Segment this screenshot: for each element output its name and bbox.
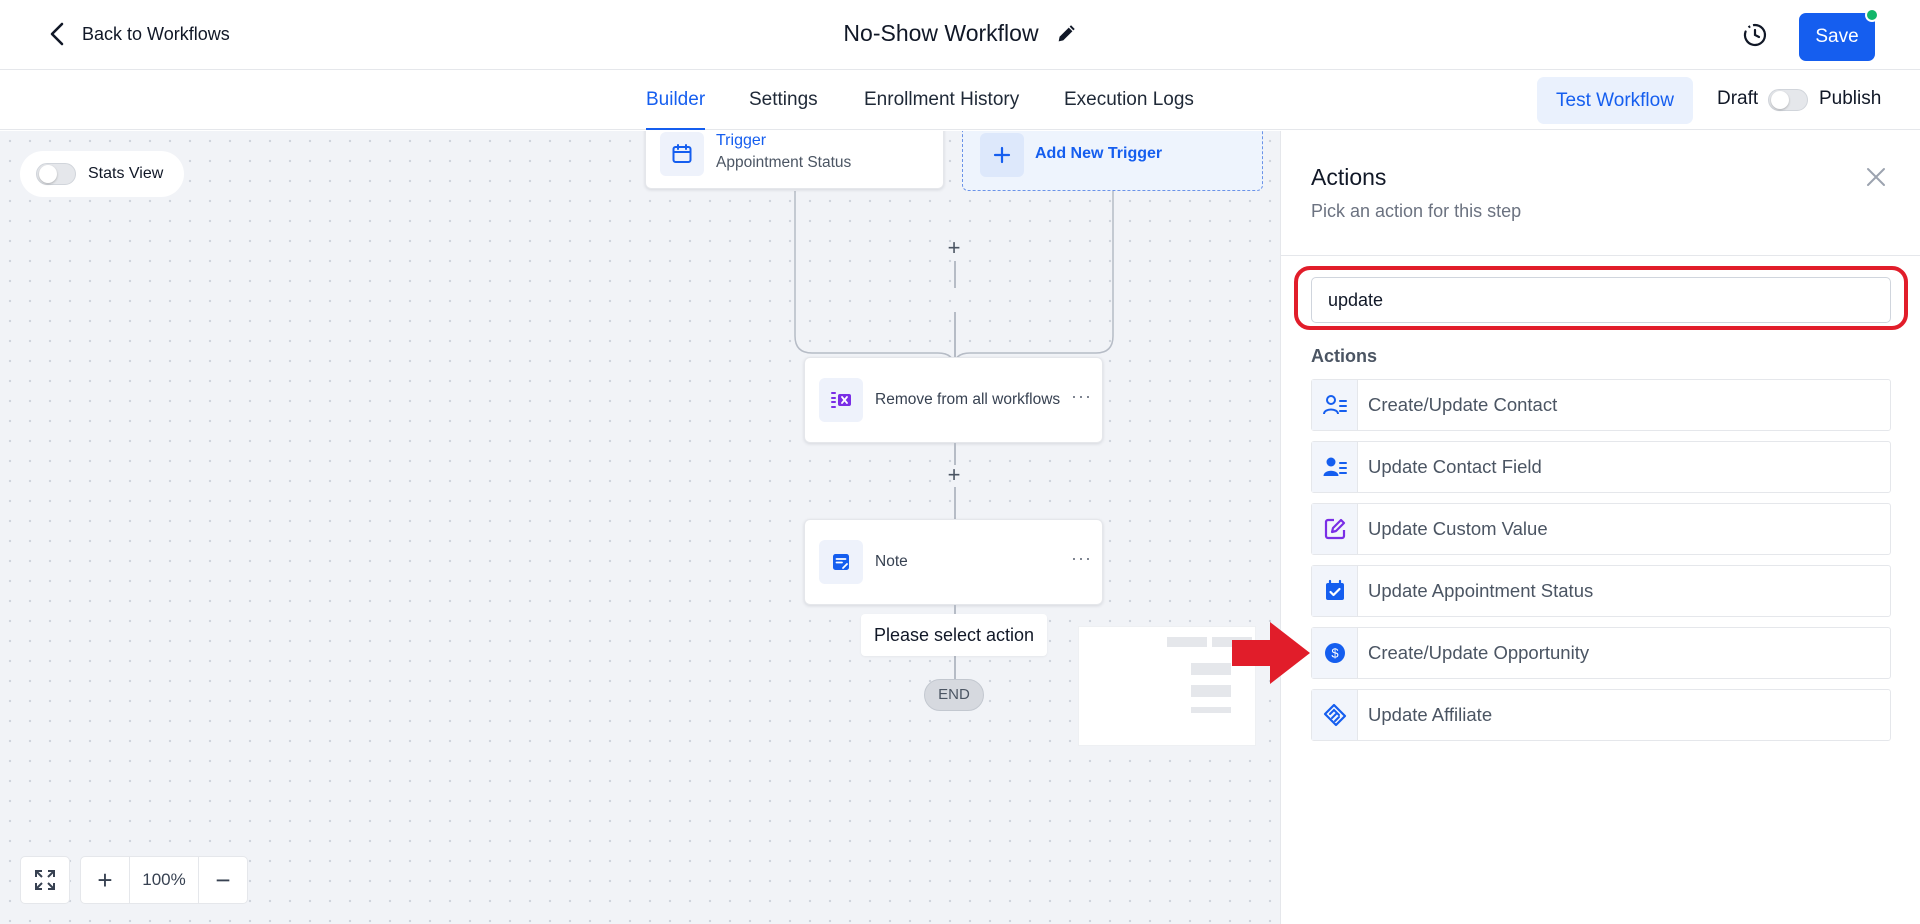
trigger-node[interactable]: Trigger Appointment Status — [645, 131, 944, 189]
action-label: Update Affiliate — [1368, 704, 1493, 725]
expand-icon — [35, 870, 55, 890]
action-update-custom-value[interactable]: Update Custom Value — [1311, 503, 1891, 555]
zoom-out-button[interactable]: − — [199, 857, 247, 903]
history-icon[interactable] — [1742, 22, 1768, 48]
add-new-trigger-card[interactable]: Add New Trigger — [962, 131, 1263, 191]
close-icon[interactable] — [1863, 164, 1889, 190]
tab-execution-logs[interactable]: Execution Logs — [1064, 70, 1194, 130]
fit-view-button[interactable] — [21, 857, 69, 903]
trigger-subtitle: Appointment Status — [716, 154, 852, 171]
edit-square-icon — [1324, 518, 1345, 540]
publish-toggle[interactable] — [1768, 89, 1808, 111]
workflow-title: No-Show Workflow — [843, 20, 1039, 46]
action-icon-box — [1312, 690, 1358, 740]
panel-title: Actions — [1311, 164, 1387, 190]
add-trigger-icon-box — [980, 133, 1024, 177]
action-update-affiliate[interactable]: Update Affiliate — [1311, 689, 1891, 741]
minimap-block — [1191, 685, 1231, 697]
chevron-left-icon — [50, 22, 64, 46]
fit-view-control — [20, 856, 70, 904]
action-label: Update Appointment Status — [1368, 580, 1594, 601]
publish-label: Publish — [1819, 88, 1882, 109]
section-label-actions: Actions — [1311, 346, 1378, 366]
step-icon-box — [819, 378, 863, 422]
stats-view-label: Stats View — [88, 165, 164, 182]
zoom-level: 100% — [129, 857, 199, 903]
handshake-icon — [1323, 703, 1346, 727]
stats-view-toggle-pill[interactable]: Stats View — [20, 151, 184, 197]
action-icon-box — [1312, 504, 1358, 554]
workflow-canvas[interactable]: Stats View Trigger Appointment Status Ad… — [0, 131, 1280, 924]
top-bar: Back to Workflows No-Show Workflow Save — [0, 0, 1920, 70]
note-icon — [833, 554, 849, 570]
add-step-plus-2[interactable]: + — [945, 464, 963, 486]
select-action-tooltip: Please select action — [861, 614, 1047, 656]
action-create-update-contact[interactable]: Create/Update Contact — [1311, 379, 1891, 431]
save-button[interactable]: Save — [1799, 13, 1875, 61]
panel-subtitle: Pick an action for this step — [1311, 201, 1522, 221]
zoom-in-button[interactable]: + — [81, 857, 129, 903]
trigger-icon-box — [660, 132, 704, 176]
step-node-note[interactable]: Note ··· — [804, 519, 1103, 605]
add-new-trigger-label: Add New Trigger — [1035, 145, 1163, 162]
minimap-block — [1167, 637, 1207, 647]
tab-bar: Builder Settings Enrollment History Exec… — [0, 70, 1920, 130]
more-options-icon[interactable]: ··· — [1071, 386, 1092, 407]
end-marker: END — [924, 679, 984, 711]
step-node-remove-from-workflows[interactable]: Remove from all workflows ··· — [804, 357, 1103, 443]
draft-label: Draft — [1717, 88, 1759, 109]
tab-enrollment-history[interactable]: Enrollment History — [864, 70, 1019, 130]
step-icon-box — [819, 540, 863, 584]
action-label: Update Contact Field — [1368, 456, 1542, 477]
action-update-appointment-status[interactable]: Update Appointment Status — [1311, 565, 1891, 617]
trigger-title: Trigger — [716, 132, 767, 149]
minimap-block — [1191, 663, 1231, 675]
step-label: Remove from all workflows — [875, 391, 1061, 408]
contact-field-icon — [1323, 457, 1347, 476]
connector-line — [954, 312, 956, 357]
action-icon-box — [1312, 442, 1358, 492]
add-step-plus-1[interactable]: + — [945, 237, 963, 259]
tab-settings[interactable]: Settings — [749, 70, 818, 130]
unsaved-status-dot — [1865, 8, 1879, 22]
action-label: Create/Update Opportunity — [1368, 642, 1590, 663]
action-icon-box: $ — [1312, 628, 1358, 678]
calendar-icon — [672, 144, 692, 163]
calendar-check-icon — [1325, 579, 1344, 600]
step-label: Note — [875, 553, 908, 570]
svg-text:$: $ — [1331, 646, 1339, 661]
minimap-block — [1191, 707, 1231, 713]
action-create-update-opportunity[interactable]: $ Create/Update Opportunity — [1311, 627, 1891, 679]
dollar-circle-icon: $ — [1324, 643, 1345, 663]
test-workflow-button[interactable]: Test Workflow — [1537, 77, 1693, 124]
pencil-icon[interactable] — [1055, 23, 1077, 45]
action-icon-box — [1312, 380, 1358, 430]
zoom-controls: + 100% − — [80, 856, 248, 904]
action-update-contact-field[interactable]: Update Contact Field — [1311, 441, 1891, 493]
panel-divider — [1281, 255, 1920, 256]
action-label: Update Custom Value — [1368, 518, 1548, 539]
red-pointer-arrow-icon — [1232, 622, 1310, 684]
connector-line — [954, 261, 956, 288]
action-search-input[interactable] — [1311, 277, 1891, 323]
action-label: Create/Update Contact — [1368, 394, 1558, 415]
back-to-workflows-link[interactable]: Back to Workflows — [48, 22, 230, 46]
remove-workflow-icon — [831, 392, 851, 408]
more-options-icon[interactable]: ··· — [1071, 548, 1092, 569]
contact-list-icon — [1322, 395, 1347, 415]
stats-view-toggle[interactable] — [36, 163, 76, 185]
action-icon-box — [1312, 566, 1358, 616]
tab-builder[interactable]: Builder — [646, 70, 706, 130]
connector-line — [954, 487, 956, 519]
actions-panel: Actions Pick an action for this step Act… — [1280, 131, 1920, 924]
plus-icon — [993, 146, 1011, 164]
back-link-label: Back to Workflows — [82, 23, 230, 44]
workflow-title-area: No-Show Workflow — [0, 20, 1920, 47]
